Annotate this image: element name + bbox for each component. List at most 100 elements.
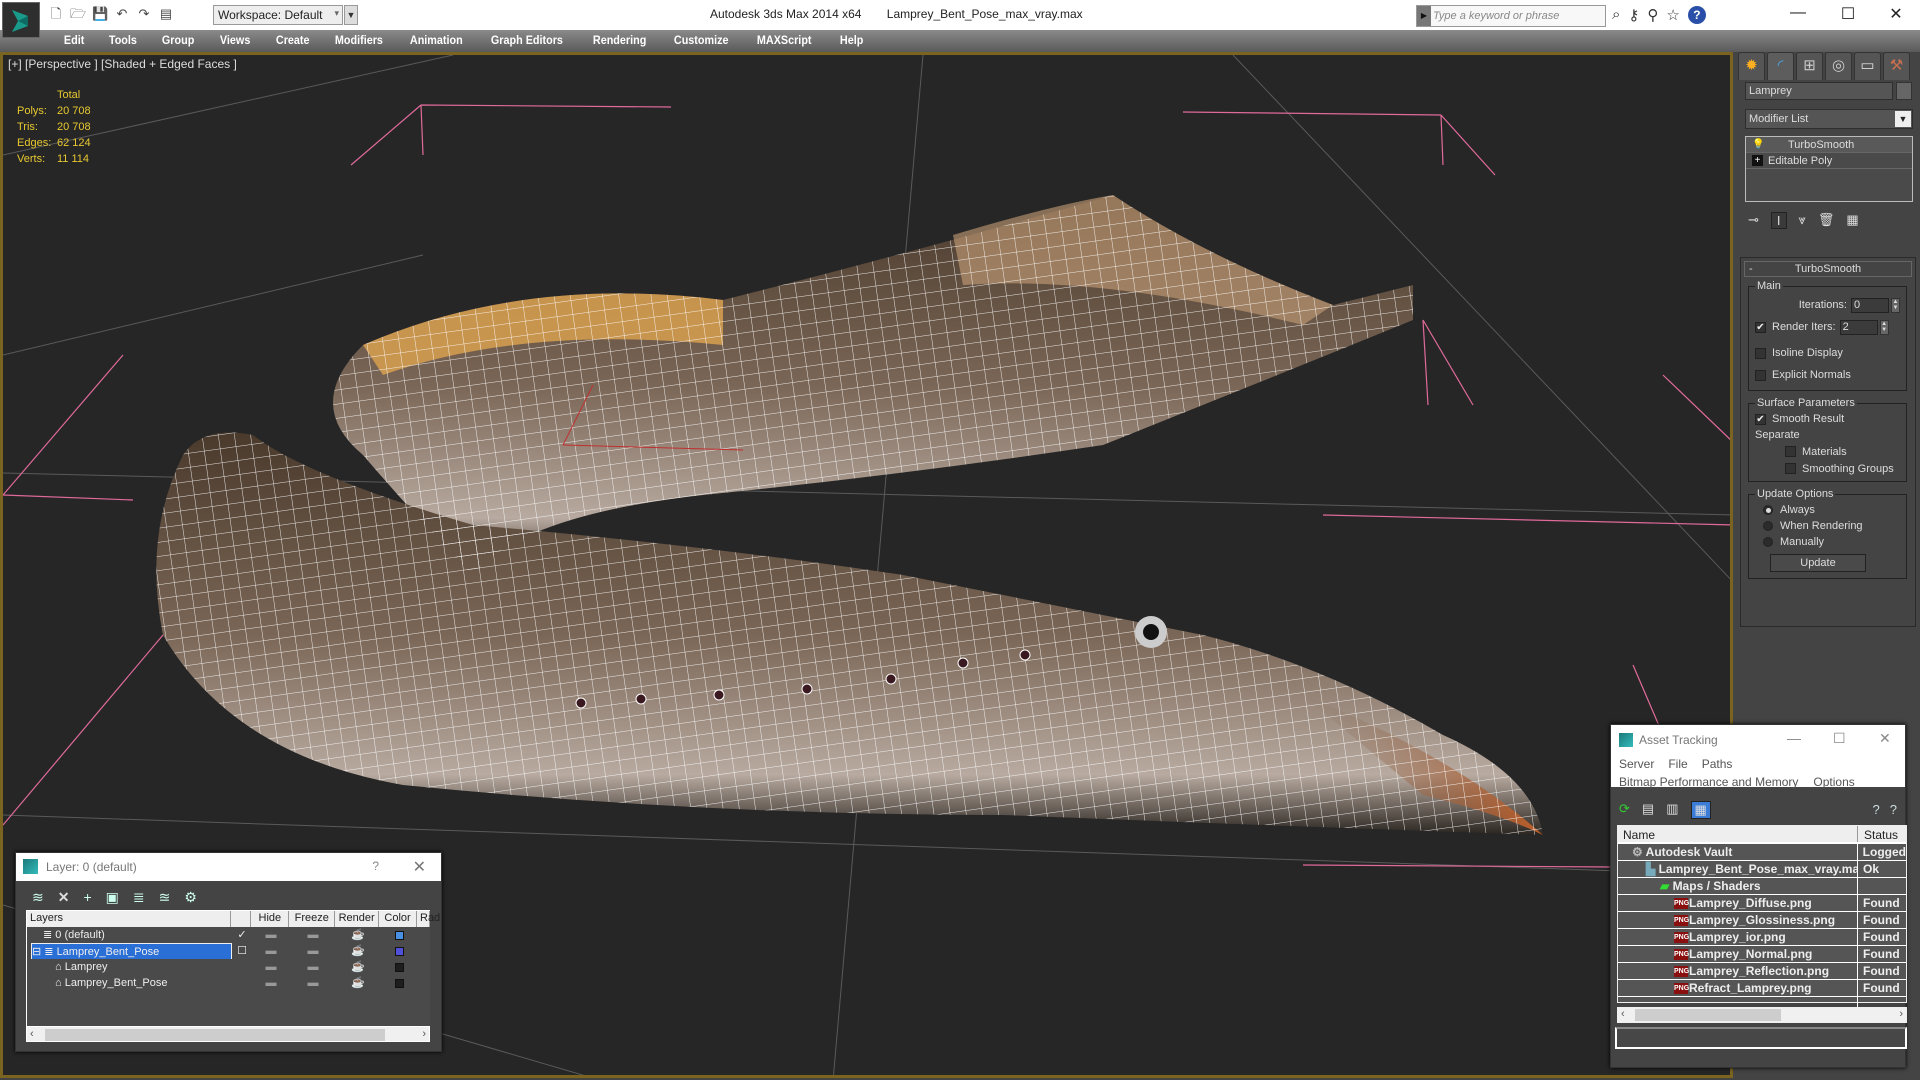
col-hide[interactable]: Hide	[251, 911, 290, 927]
asset-row[interactable]: PNGLamprey_Diffuse.png Found	[1618, 895, 1906, 912]
update-manually-radio[interactable]: Manually	[1755, 534, 1900, 550]
color-swatch[interactable]	[394, 978, 404, 988]
highlight-layer-icon[interactable]: ≊	[159, 889, 171, 911]
hide-toggle[interactable]: ▬	[252, 943, 290, 959]
toolbar-overflow-button[interactable]: ▼	[344, 5, 358, 25]
asset-row[interactable]: ▙ Lamprey_Bent_Pose_max_vray.max Ok	[1618, 861, 1906, 878]
freeze-toggle[interactable]: ▬	[290, 975, 336, 991]
workspace-dropdown[interactable]: Workspace: Default ▾	[213, 5, 343, 25]
delete-layer-icon[interactable]: ✕	[58, 889, 70, 911]
tab-modify[interactable]: ◜	[1767, 52, 1794, 80]
update-button[interactable]: Update	[1770, 554, 1866, 572]
app-menu-button[interactable]	[2, 2, 40, 38]
smoothing-groups-checkbox[interactable]	[1785, 463, 1796, 474]
online-help-icon[interactable]: ?	[1873, 802, 1880, 817]
scroll-right-icon[interactable]: ›	[422, 1027, 426, 1042]
maximize-button[interactable]: ☐	[1833, 730, 1846, 747]
spinner-arrows-icon[interactable]: ▲ ▼	[1891, 297, 1900, 313]
radio-button[interactable]	[1763, 521, 1773, 531]
object-color-swatch[interactable]	[1896, 82, 1912, 100]
col-freeze[interactable]: Freeze	[289, 911, 336, 927]
select-layer-icon[interactable]: ≣	[133, 889, 145, 911]
freeze-toggle[interactable]: ▬	[290, 943, 336, 959]
tab-hierarchy[interactable]: ⊞	[1796, 52, 1823, 80]
layer-name-cell[interactable]: ⌂ Lamprey_Bent_Pose	[27, 975, 232, 991]
collapse-icon[interactable]: ⊟	[32, 946, 44, 958]
layer-name-cell[interactable]: ⌂ Lamprey	[27, 959, 232, 975]
hide-toggle[interactable]: ▬	[252, 927, 290, 943]
menu-animation[interactable]: Animation	[400, 33, 473, 47]
layer-row[interactable]: ⊟ ≣ Lamprey_Bent_Pose ☐ ▬ ▬ ☕	[27, 943, 430, 959]
spinner-arrows-icon[interactable]: ▲ ▼	[1879, 319, 1889, 335]
viewport-label-menu[interactable]: [+] [Perspective ] [Shaded + Edged Faces…	[8, 57, 237, 71]
asset-row[interactable]: PNGRefract_Lamprey.png Found	[1618, 980, 1906, 997]
add-to-layer-icon[interactable]: +	[83, 889, 91, 911]
render-teapot-icon[interactable]: ☕	[336, 943, 380, 959]
key-icon[interactable]: ⚷	[1628, 6, 1639, 24]
current-layer-toggle[interactable]	[232, 975, 252, 991]
menu-maxscript[interactable]: MAXScript	[747, 33, 821, 47]
render-teapot-icon[interactable]: ☕	[336, 975, 380, 991]
asset-menu-paths[interactable]: Paths	[1702, 757, 1733, 771]
minimize-button[interactable]: —	[1787, 730, 1801, 746]
lightbulb-icon[interactable]: 💡	[1752, 139, 1764, 150]
asset-row[interactable]: PNGLamprey_ior.png Found	[1618, 929, 1906, 946]
help-button[interactable]: ?	[372, 859, 379, 873]
update-when-rendering-radio[interactable]: When Rendering	[1755, 518, 1900, 534]
layer-color-cell[interactable]	[380, 975, 418, 991]
close-button[interactable]: ✕	[1879, 730, 1891, 747]
tab-display[interactable]: ▭	[1854, 52, 1881, 80]
asset-row[interactable]: PNGLamprey_Glossiness.png Found	[1618, 912, 1906, 929]
save-icon[interactable]: 💾	[92, 6, 108, 22]
scroll-left-icon[interactable]: ‹	[30, 1027, 34, 1042]
layer-row[interactable]: ⌂ Lamprey ▬ ▬ ☕	[27, 959, 430, 975]
scrollbar-thumb[interactable]	[45, 1029, 385, 1041]
close-button[interactable]: ✕	[1876, 4, 1916, 24]
render-teapot-icon[interactable]: ☕	[336, 959, 380, 975]
col-render[interactable]: Render	[335, 911, 380, 927]
freeze-toggle[interactable]: ▬	[290, 959, 336, 975]
rollout-header[interactable]: - TurboSmooth	[1744, 261, 1912, 277]
create-layer-icon[interactable]: ≋	[32, 889, 44, 911]
asset-row[interactable]: PNGLamprey_Normal.png Found	[1618, 946, 1906, 963]
new-file-icon[interactable]: 🗋	[48, 6, 64, 22]
stack-item-turbosmooth[interactable]: 💡 TurboSmooth	[1746, 137, 1912, 153]
expand-search-icon[interactable]: ▶	[1417, 6, 1431, 26]
current-layer-toggle[interactable]: ☐	[232, 943, 252, 959]
layer-row[interactable]: ≣ 0 (default) ✓ ▬ ▬ ☕	[27, 927, 430, 943]
layer-name-cell[interactable]: ⊟ ≣ Lamprey_Bent_Pose	[27, 943, 232, 959]
asset-menu-bitmap-performance-and-memory[interactable]: Bitmap Performance and Memory	[1619, 775, 1798, 789]
make-unique-icon[interactable]: ⩔	[1799, 212, 1806, 229]
asset-menu-server[interactable]: Server	[1619, 757, 1654, 771]
hide-freeze-all-icon[interactable]: ⚙	[184, 889, 197, 911]
color-swatch[interactable]	[394, 962, 404, 972]
redo-icon[interactable]: ↷	[136, 6, 152, 22]
layer-row[interactable]: ⌂ Lamprey_Bent_Pose ▬ ▬ ☕	[27, 975, 430, 991]
select-objects-icon[interactable]: ▣	[106, 889, 119, 911]
help-icon[interactable]: ?	[1687, 6, 1706, 24]
project-folder-icon[interactable]: ▤	[158, 6, 174, 22]
context-help-icon[interactable]: ?	[1890, 802, 1897, 817]
modifier-list-dropdown[interactable]: Modifier List ▼	[1745, 109, 1913, 129]
asset-row[interactable]: ⚙ Autodesk Vault Logged	[1618, 844, 1906, 861]
layer-window-titlebar[interactable]: Layer: 0 (default) ? ✕	[16, 853, 441, 881]
menu-group[interactable]: Group	[152, 33, 204, 47]
col-status[interactable]: Status	[1858, 826, 1898, 842]
remove-modifier-icon[interactable]: 🗑	[1818, 212, 1835, 229]
freeze-toggle[interactable]: ▬	[290, 927, 336, 943]
layer-color-cell[interactable]	[380, 927, 418, 943]
scrollbar-thumb[interactable]	[1635, 1009, 1781, 1021]
configure-modifier-sets-icon[interactable]: ▦	[1846, 212, 1858, 229]
tab-motion[interactable]: ◎	[1825, 52, 1852, 80]
satellite-icon[interactable]: ⚲	[1647, 6, 1658, 24]
layer-name-cell[interactable]: ≣ 0 (default)	[27, 927, 232, 943]
asset-tracking-titlebar[interactable]: Asset Tracking — ☐ ✕ Server File Paths Bit…	[1611, 725, 1905, 789]
col-name[interactable]: Name	[1618, 826, 1858, 842]
iterations-spinner[interactable]: 0	[1851, 297, 1889, 313]
asset-horizontal-scrollbar[interactable]: ‹ ›	[1617, 1007, 1907, 1023]
tab-create[interactable]: ✹	[1738, 52, 1765, 80]
star-icon[interactable]: ☆	[1666, 6, 1679, 24]
hide-toggle[interactable]: ▬	[252, 959, 290, 975]
asset-row[interactable]: PNGLamprey_Reflection.png Found	[1618, 963, 1906, 980]
modifier-stack[interactable]: 💡 TurboSmooth + Editable Poly	[1745, 136, 1913, 202]
